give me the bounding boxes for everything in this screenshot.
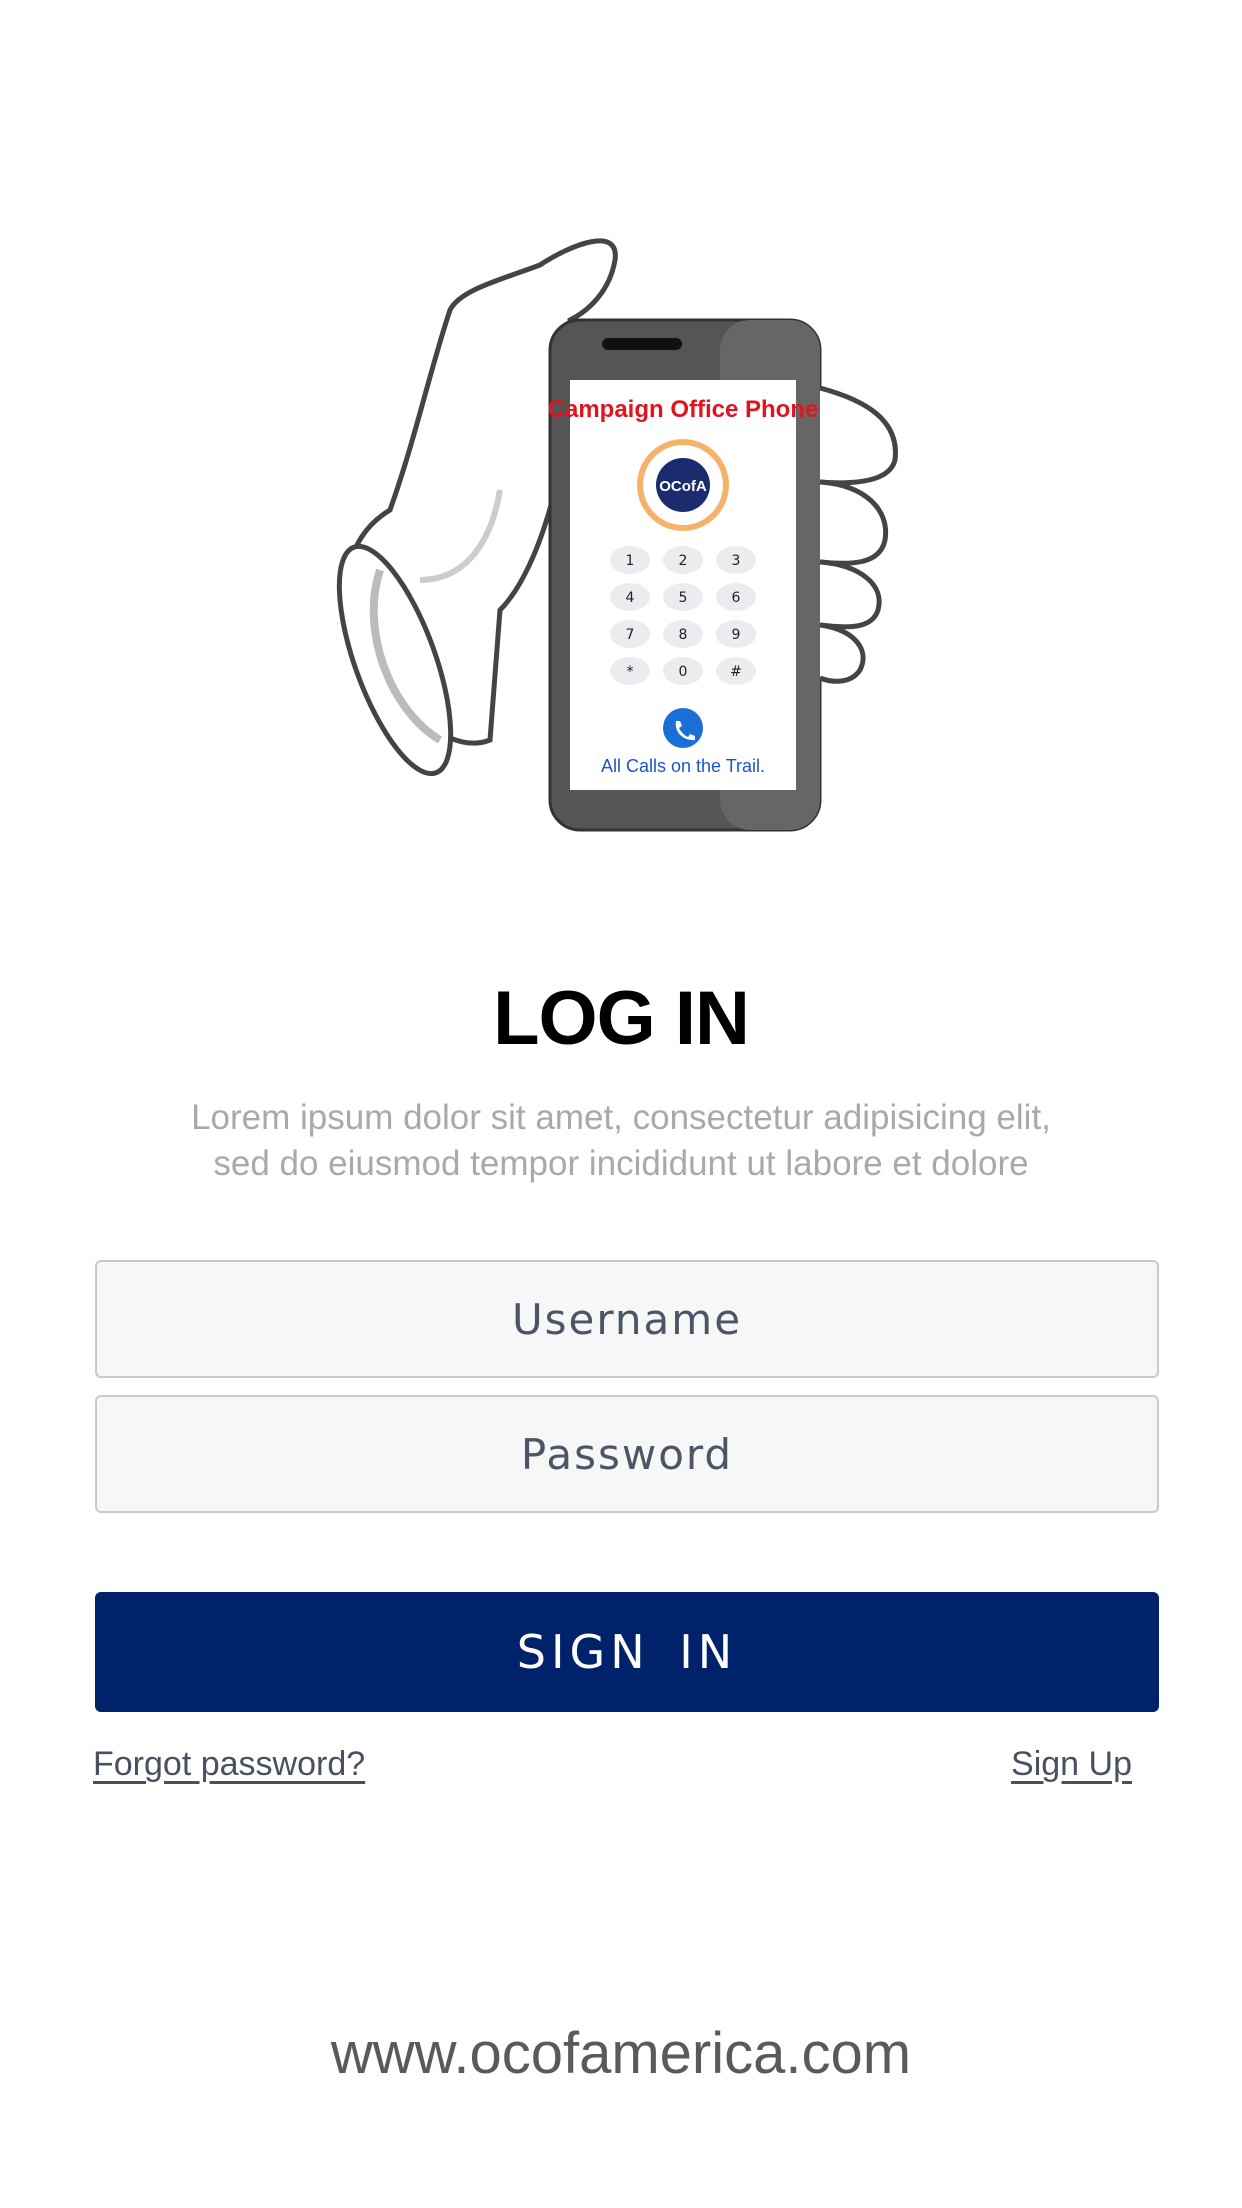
password-field[interactable] <box>95 1395 1159 1513</box>
phone-tagline: All Calls on the Trail. <box>601 756 765 776</box>
phone-header: Campaign Office Phone <box>548 396 819 423</box>
keypad-key-label: # <box>730 664 742 680</box>
keypad-key-label: 9 <box>732 627 741 643</box>
keypad-key-label: 2 <box>679 553 688 569</box>
keypad-key-label: 1 <box>626 553 635 569</box>
sign-in-button[interactable]: SIGN IN <box>95 1592 1159 1712</box>
forgot-password-link[interactable]: Forgot password? <box>93 1745 365 1784</box>
svg-text:OCofA: OCofA <box>659 478 707 495</box>
username-input[interactable] <box>97 1261 1157 1377</box>
subtitle-line-1: Lorem ipsum dolor sit amet, consectetur … <box>191 1098 1051 1137</box>
keypad-key-label: 8 <box>679 627 688 643</box>
username-field[interactable] <box>95 1260 1159 1378</box>
call-button-icon <box>663 708 703 748</box>
password-input[interactable] <box>97 1396 1157 1512</box>
subtitle-line-2: sed do eiusmod tempor incididunt ut labo… <box>213 1144 1029 1183</box>
keypad-key-label: 5 <box>679 590 688 606</box>
sign-up-link[interactable]: Sign Up <box>1011 1745 1132 1784</box>
keypad-key-label: 7 <box>626 627 635 643</box>
keypad-key-label: 0 <box>679 664 688 680</box>
hero-illustration: Campaign Office Phone OCofA 1 2 3 4 5 6 7 8 9 * 0 #… <box>320 220 920 900</box>
keypad-key-label: 6 <box>732 590 741 606</box>
page-subtitle: Lorem ipsum dolor sit amet, consectetur … <box>121 1095 1121 1187</box>
keypad-key-label: 4 <box>626 590 635 606</box>
keypad-key-label: * <box>627 664 634 680</box>
keypad-key-label: 3 <box>732 553 741 569</box>
page-title: LOG IN <box>493 976 750 1061</box>
footer-url: www.ocofamerica.com <box>330 2021 912 2086</box>
